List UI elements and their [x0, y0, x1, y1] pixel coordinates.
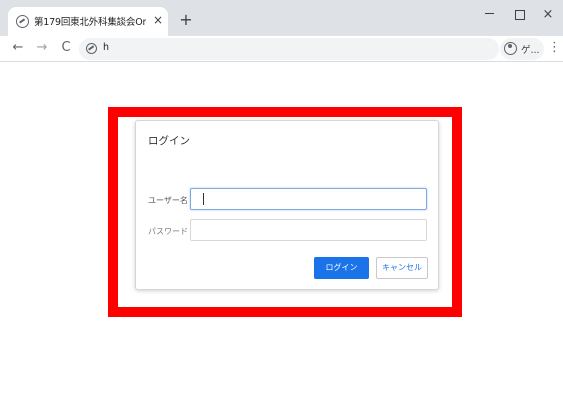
profile-button[interactable]: ゲ... [500, 38, 544, 60]
password-input[interactable] [190, 219, 427, 241]
forward-arrow-icon[interactable]: → [33, 39, 51, 57]
login-button[interactable]: ログイン [314, 257, 369, 279]
page-viewport: ログイン ユーザー名 パスワード ログイン キャンセル [0, 62, 563, 416]
reload-icon[interactable]: C [57, 39, 75, 57]
tab-title: 第179回東北外科集談会Online [34, 17, 146, 28]
globe-icon [16, 15, 29, 28]
back-arrow-icon[interactable]: ← [9, 39, 27, 57]
cancel-button[interactable]: キャンセル [376, 257, 428, 279]
login-dialog: ログイン ユーザー名 パスワード ログイン キャンセル [135, 120, 439, 290]
browser-toolbar: ← → C h ゲ... ⋮ [0, 36, 563, 62]
window-minimize-button[interactable] [475, 4, 505, 26]
password-label: パスワード [148, 227, 188, 236]
more-menu-icon[interactable]: ⋮ [548, 39, 561, 57]
profile-label: ゲ... [521, 45, 540, 56]
browser-tab[interactable]: 第179回東北外科集談会Online × [8, 7, 168, 36]
text-caret [203, 193, 204, 205]
address-bar-url[interactable]: h [103, 42, 109, 53]
site-info-icon[interactable] [86, 43, 97, 54]
window-close-button[interactable]: × [533, 4, 563, 26]
dialog-title: ログイン [148, 135, 190, 147]
tab-close-icon[interactable]: × [151, 12, 165, 28]
browser-titlebar: 第179回東北外科集談会Online × + × [0, 0, 563, 36]
new-tab-button[interactable]: + [176, 11, 196, 31]
address-bar[interactable]: h [79, 38, 499, 60]
window-maximize-button[interactable] [505, 4, 535, 26]
username-label: ユーザー名 [148, 196, 188, 205]
profile-avatar-icon [504, 42, 517, 55]
username-input[interactable] [190, 188, 427, 210]
